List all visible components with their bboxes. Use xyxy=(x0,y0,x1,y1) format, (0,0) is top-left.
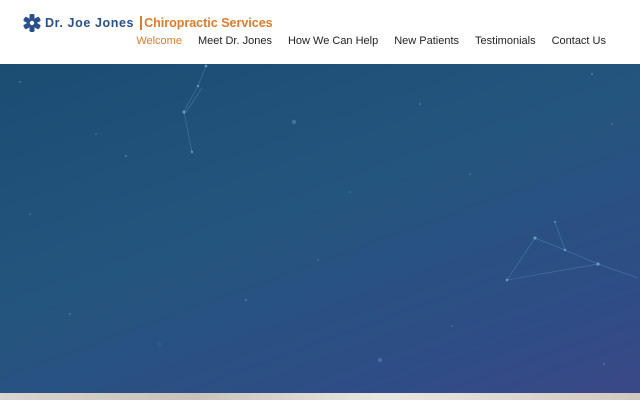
site-header: Dr. Joe Jones Chiropractic Services Welc… xyxy=(0,0,640,64)
logo-divider xyxy=(140,16,143,30)
nav-item-contact-us[interactable]: Contact Us xyxy=(552,35,606,47)
nav-item-welcome[interactable]: Welcome xyxy=(136,35,182,47)
logo-name: Dr. Joe Jones xyxy=(45,16,135,30)
nav-item-meet-dr-jones[interactable]: Meet Dr. Jones xyxy=(198,35,272,47)
site-logo[interactable]: Dr. Joe Jones Chiropractic Services xyxy=(22,12,273,34)
medical-star-icon xyxy=(23,14,41,32)
main-nav: Welcome Meet Dr. Jones How We Can Help N… xyxy=(136,35,606,47)
hero-banner xyxy=(0,64,640,393)
hero-particle-network xyxy=(19,64,639,365)
nav-item-how-we-can-help[interactable]: How We Can Help xyxy=(288,35,378,47)
hero-photo-edge xyxy=(0,393,640,400)
nav-item-new-patients[interactable]: New Patients xyxy=(394,35,459,47)
nav-item-testimonials[interactable]: Testimonials xyxy=(475,35,536,47)
logo-tagline: Chiropractic Services xyxy=(144,16,273,30)
